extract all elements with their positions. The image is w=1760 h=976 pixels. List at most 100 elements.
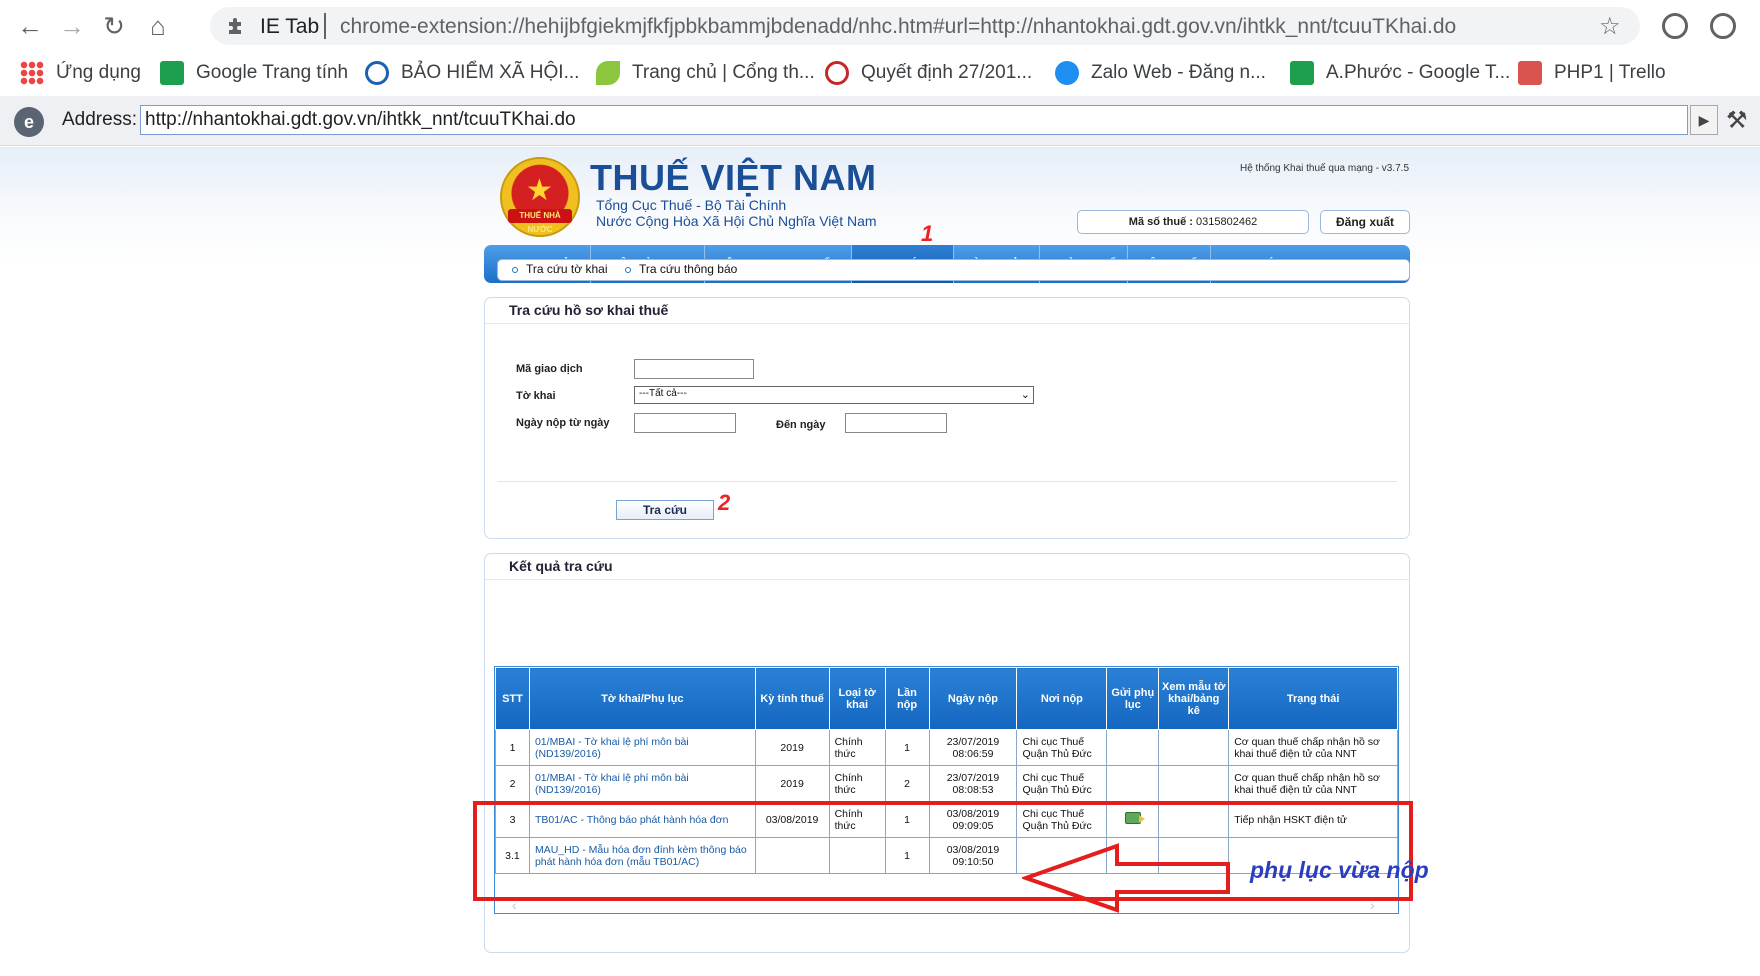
column-header: Tờ khai/Phụ lục [528,667,756,730]
ie-tab-extension-icon[interactable] [1662,13,1688,39]
tax-code-value: 0315802462 [1196,216,1258,228]
submenu-label: Tra cứu thông báo [639,262,738,276]
bookmark-item[interactable]: Zalo Web - Đăng n... [1055,58,1266,88]
bookmarks-bar: Ứng dụng Google Trang tính BẢO HIỂM XÃ HỘI… [0,52,1760,94]
results-panel-header: Kết quả tra cứu [485,554,1409,580]
submenu-label: Tra cứu tờ khai [526,262,608,276]
address-label: Address: [62,109,137,130]
back-arrow-icon[interactable]: ← [14,10,46,42]
tax-code-label: Mã số thuế : [1128,216,1193,228]
column-header: STT [495,667,530,730]
column-header: Xem mẫu tờ khai/bảng kê [1158,667,1230,730]
bookmark-label: Ứng dụng [56,62,141,83]
column-header: Gửi phụ lục [1106,667,1160,730]
apps-grid-icon [20,61,44,85]
omnibox-url[interactable]: chrome-extension://hehijbfgiekmjfkfjpbkb… [340,15,1456,39]
go-arrow-icon[interactable]: ▶ [1690,105,1718,135]
zalo-icon [1055,61,1079,85]
form-link[interactable]: 01/MBAI - Tờ khai lệ phí môn bài (ND139/… [535,772,689,796]
cell-place: Chi cục Thuế Quận Thủ Đức [1016,729,1108,766]
bookmark-item[interactable]: PHP1 | Trello [1518,58,1666,88]
cell-status: Cơ quan thuế chấp nhận hồ sơ khai thuế đ… [1228,729,1398,766]
tax-code-box: Mã số thuế : 0315802462 [1077,210,1309,234]
star-icon: ★ [526,174,553,207]
submenu-item[interactable]: Tra cứu tờ khai [512,262,607,276]
submenu-item[interactable]: Tra cứu thông báo [625,262,737,276]
cell-place: Chi cục Thuế Quận Thủ Đức [1016,765,1108,802]
annotation-note: phụ lục vừa nộp [1250,857,1429,883]
national-emblem-logo: ★ THUẾ NHÀ NƯỚC [500,157,580,237]
cell-times: 2 [884,765,930,802]
form-type-select[interactable]: ---Tất cả--- ⌄ [634,386,1034,404]
transaction-code-input[interactable] [634,359,754,379]
results-panel-title: Kết quả tra cứu [509,558,613,574]
bookmark-item[interactable]: Ứng dụng [20,58,141,88]
form-link[interactable]: 01/MBAI - Tờ khai lệ phí môn bài (ND139/… [535,736,689,760]
site-title: THUẾ VIỆT NAM [590,157,877,198]
omnibox[interactable]: IE Tab chrome-extension://hehijbfgiekmjf… [210,7,1640,45]
annotation-step-2: 2 [718,490,731,515]
form-divider [497,481,1397,482]
bookmark-label: A.Phước - Google T... [1326,62,1511,83]
transaction-code-label: Mã giao dịch [516,363,583,375]
logout-button[interactable]: Đăng xuất [1320,210,1410,234]
table-row: 1 01/MBAI - Tờ khai lệ phí môn bài (ND139… [495,729,1398,766]
form-type-label: Tờ khai [516,390,556,402]
column-header: Trạng thái [1228,667,1398,730]
bookmark-item[interactable]: A.Phước - Google T... [1290,58,1510,88]
form-type-selected: ---Tất cả--- [639,388,687,399]
search-button[interactable]: Tra cứu [616,500,714,520]
table-header-row: STT Tờ khai/Phụ lục Kỳ tính thuế Loại tờ kh… [495,667,1398,730]
cell-times: 1 [884,729,930,766]
bookmark-label: Trang chủ | Cổng th... [632,62,815,83]
site-subtitle-country: Nước Cộng Hòa Xã Hội Chủ Nghĩa Việt Nam [596,213,877,229]
to-date-input[interactable] [845,413,947,433]
cell-stt: 1 [495,729,530,766]
table-row: 2 01/MBAI - Tờ khai lệ phí môn bài (ND139… [495,765,1398,802]
bookmark-item[interactable]: Google Trang tính [160,58,348,88]
cell-view [1158,765,1230,802]
google-sheets-icon [160,61,184,85]
cell-form: 01/MBAI - Tờ khai lệ phí môn bài (ND139/… [528,729,756,766]
browser-toolbar: ← → ↻ ⌂ IE Tab chrome-extension://hehijb… [0,0,1760,52]
annotation-arrow [1022,843,1230,913]
column-header: Loại tờ khai [828,667,886,730]
bookmark-label: Quyết định 27/201... [861,62,1033,83]
bookmark-item[interactable]: Trang chủ | Cổng th... [596,58,815,88]
leaf-icon [596,61,620,85]
column-header: Lần nộp [884,667,930,730]
omnibox-separator [324,13,326,39]
to-date-label: Đến ngày [776,419,826,431]
trello-icon [1518,61,1542,85]
web-page: ★ THUẾ NHÀ NƯỚC THUẾ VIỆT NAM Tổng Cục T… [0,147,1760,976]
home-icon[interactable]: ⌂ [142,10,174,42]
bhxh-icon [365,61,389,85]
seal-icon [825,61,849,85]
cell-status: Cơ quan thuế chấp nhận hồ sơ khai thuế đ… [1228,765,1398,802]
screen: ← → ↻ ⌂ IE Tab chrome-extension://hehijb… [0,0,1760,976]
cell-date: 23/07/2019 08:08:53 [928,765,1018,802]
from-date-input[interactable] [634,413,736,433]
from-date-label: Ngày nộp từ ngày [516,417,610,429]
emblem-band-text: THUẾ NHÀ NƯỚC [508,209,572,234]
forward-arrow-icon[interactable]: → [56,10,88,42]
bookmark-item[interactable]: Quyết định 27/201... [825,58,1032,88]
puzzle-extension-icon [229,18,241,34]
bookmark-label: BẢO HIỂM XÃ HỘI... [401,62,580,83]
tools-icon[interactable]: ⚒ [1726,106,1748,135]
bookmark-item[interactable]: BẢO HIỂM XÃ HỘI... [365,58,579,88]
annotation-highlight-box [473,801,1413,901]
site-subtitle-ministry: Tổng Cục Thuế - Bộ Tài Chính [596,197,787,213]
cell-send [1106,729,1160,766]
google-sheets-icon [1290,61,1314,85]
chevron-down-icon: ⌄ [1020,389,1030,401]
search-panel-header: Tra cứu hồ sơ khai thuế [485,298,1409,324]
cell-send [1106,765,1160,802]
system-version: Hệ thống Khai thuế qua mạng - v3.7.5 [1240,163,1410,174]
edge-extension-icon[interactable] [1710,13,1736,39]
cell-period: 2019 [754,765,830,802]
reload-icon[interactable]: ↻ [98,10,130,42]
bookmark-star-icon[interactable]: ☆ [1599,12,1621,41]
address-input[interactable]: http://nhantokhai.gdt.gov.vn/ihtkk_nnt/t… [140,105,1688,135]
column-header: Ngày nộp [928,667,1018,730]
